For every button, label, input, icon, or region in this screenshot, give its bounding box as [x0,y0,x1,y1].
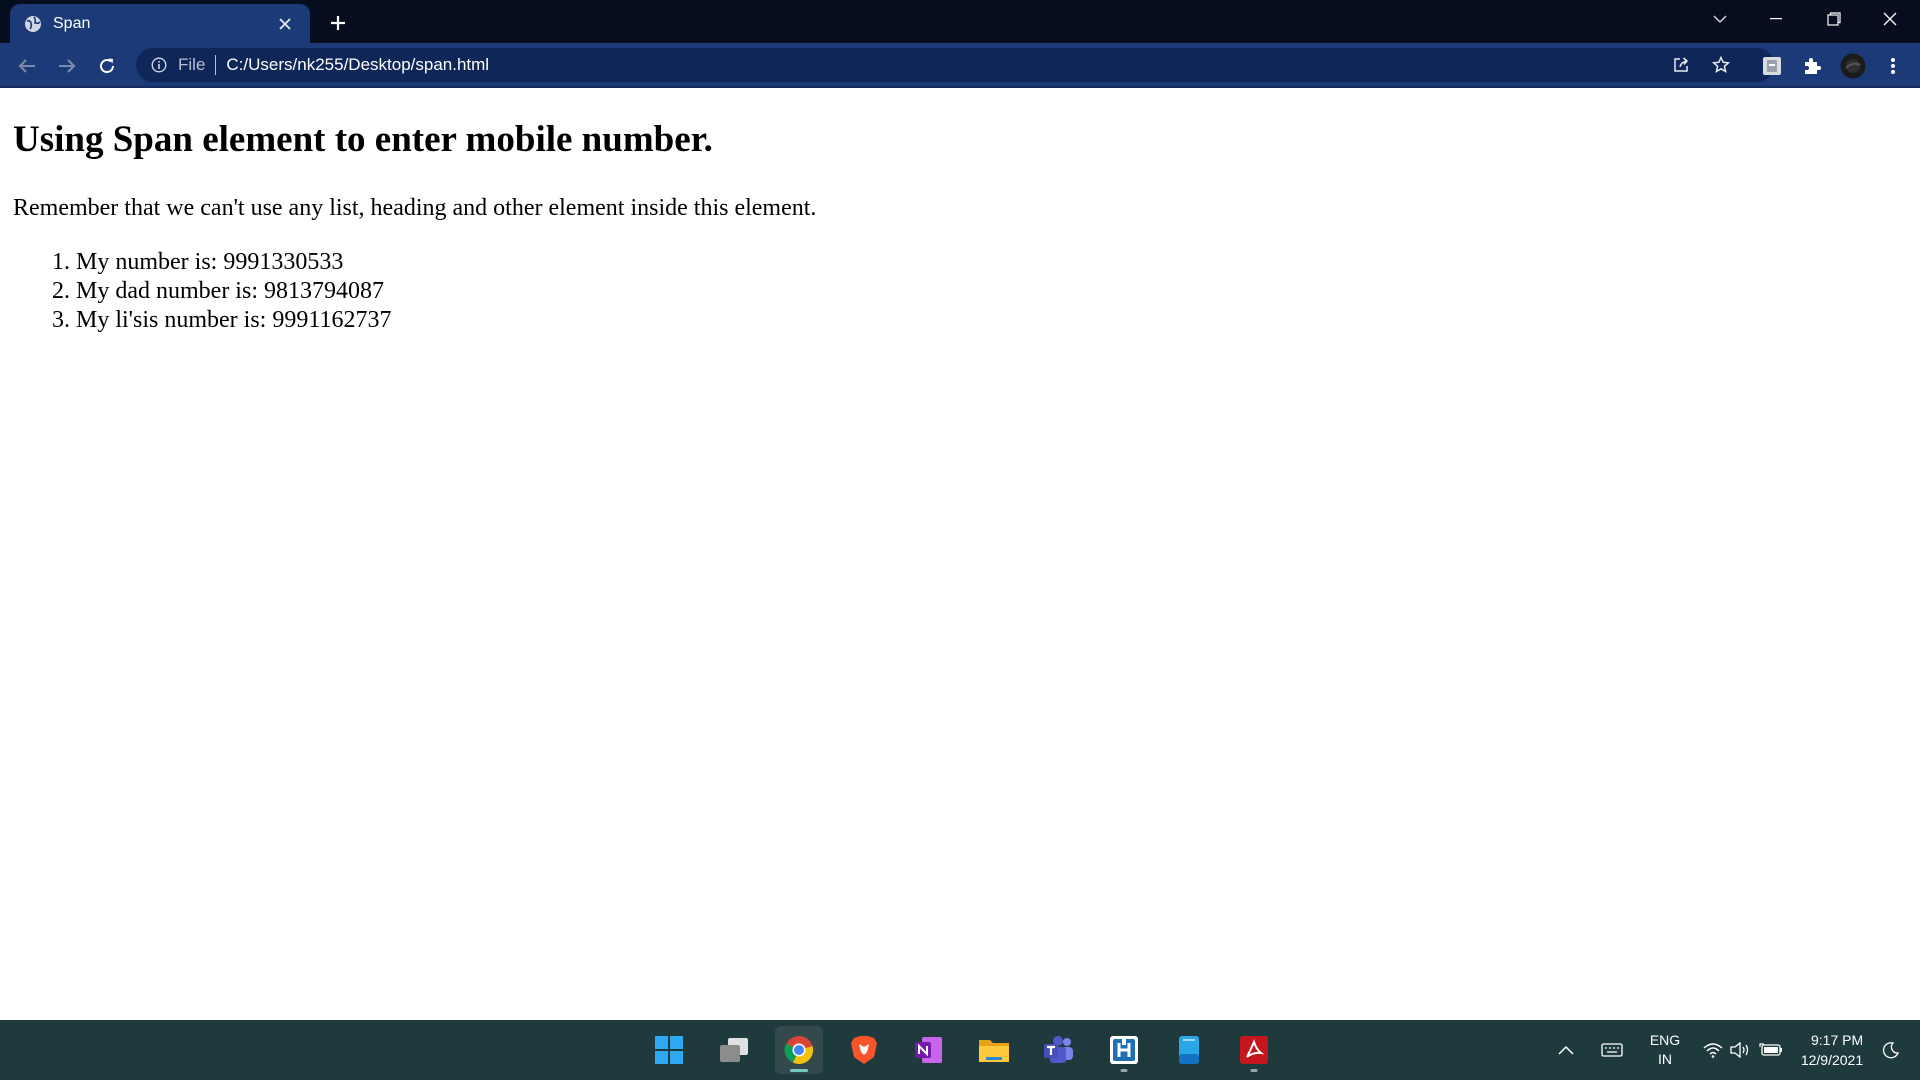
extension-icon[interactable] [1755,49,1789,83]
volume-icon[interactable] [1728,1020,1754,1080]
clock-time: 9:17 PM [1811,1032,1864,1048]
back-button[interactable] [10,49,44,83]
tab-search-button[interactable] [1692,0,1748,38]
page-heading: Using Span element to enter mobile numbe… [13,119,713,160]
close-window-button[interactable] [1862,0,1918,38]
acrobat-icon [1240,1036,1268,1064]
file-taskbar-button[interactable] [1165,1026,1213,1074]
chrome-icon [784,1036,814,1064]
running-indicator [1120,1069,1128,1072]
profile-avatar[interactable] [1836,49,1870,83]
list-item-text: My li'sis number is: 9991162737 [76,307,392,333]
brave-icon [851,1036,877,1064]
onenote-taskbar-button[interactable] [905,1026,953,1074]
task-view-icon [720,1038,748,1062]
new-tab-button[interactable] [323,8,353,38]
tab-title: Span [53,14,91,32]
bookmark-star-icon[interactable] [1704,48,1738,82]
chrome-taskbar-button[interactable] [775,1026,823,1074]
focus-assist-icon[interactable] [1874,1020,1908,1080]
start-icon [655,1036,683,1064]
language-indicator[interactable]: ENG IN [1640,1020,1690,1080]
taskbar: ENG IN 9:17 PM 12/9/2021 [0,1020,1920,1080]
clock[interactable]: 9:17 PM 12/9/2021 [1792,1020,1872,1080]
file-icon [1179,1036,1199,1064]
battery-icon[interactable] [1756,1020,1786,1080]
forward-button[interactable] [50,49,84,83]
file-explorer-icon [979,1040,1009,1062]
onenote-icon [915,1037,942,1063]
chevron-up-icon [1558,1045,1574,1055]
teams-taskbar-button[interactable] [1035,1026,1083,1074]
reload-button[interactable] [90,49,124,83]
tab-strip: Span [0,0,1920,43]
minimize-button[interactable] [1748,0,1804,38]
acrobat-taskbar-button[interactable] [1230,1026,1278,1074]
teams-icon [1044,1036,1073,1063]
extensions-puzzle-icon[interactable] [1795,49,1829,83]
info-icon[interactable] [150,56,168,74]
app-icon [1110,1036,1138,1064]
restore-button[interactable] [1806,0,1862,38]
menu-dots-icon[interactable] [1876,49,1910,83]
share-icon[interactable] [1664,48,1698,82]
url-separator [215,55,217,75]
list-item-text: My dad number is: 9813794087 [76,278,384,304]
url-text[interactable]: C:/Users/nk255/Desktop/span.html [226,55,489,75]
task-view-button[interactable] [710,1026,758,1074]
list-item: My number is: 9991330533 [76,248,391,277]
globe-icon [24,15,42,33]
address-bar[interactable]: File C:/Users/nk255/Desktop/span.html [136,48,1774,82]
app-taskbar-button[interactable] [1100,1026,1148,1074]
clock-date: 12/9/2021 [1800,1052,1864,1068]
running-indicator [1250,1069,1258,1072]
wifi-icon[interactable] [1700,1020,1726,1080]
browser-toolbar: File C:/Users/nk255/Desktop/span.html [0,43,1920,88]
file-explorer-taskbar-button[interactable] [970,1026,1018,1074]
show-hidden-icons-button[interactable] [1552,1020,1580,1080]
list-item-text: My number is: 9991330533 [76,249,344,275]
list-item: My li'sis number is: 9991162737 [76,306,391,335]
tab-close-icon[interactable] [274,13,296,35]
keyboard-icon[interactable] [1596,1020,1628,1080]
language-region: IN [1658,1051,1672,1067]
page-paragraph: Remember that we can't use any list, hea… [13,195,817,221]
page-content: Using Span element to enter mobile numbe… [0,88,1920,1020]
tab-span[interactable]: Span [10,4,310,43]
active-indicator [790,1069,808,1072]
list-item: My dad number is: 9813794087 [76,277,391,306]
language-code: ENG [1649,1032,1681,1048]
url-scheme-label: File [178,55,206,74]
numbers-list: My number is: 9991330533 My dad number i… [76,248,391,335]
brave-taskbar-button[interactable] [840,1026,888,1074]
start-button[interactable] [645,1026,693,1074]
